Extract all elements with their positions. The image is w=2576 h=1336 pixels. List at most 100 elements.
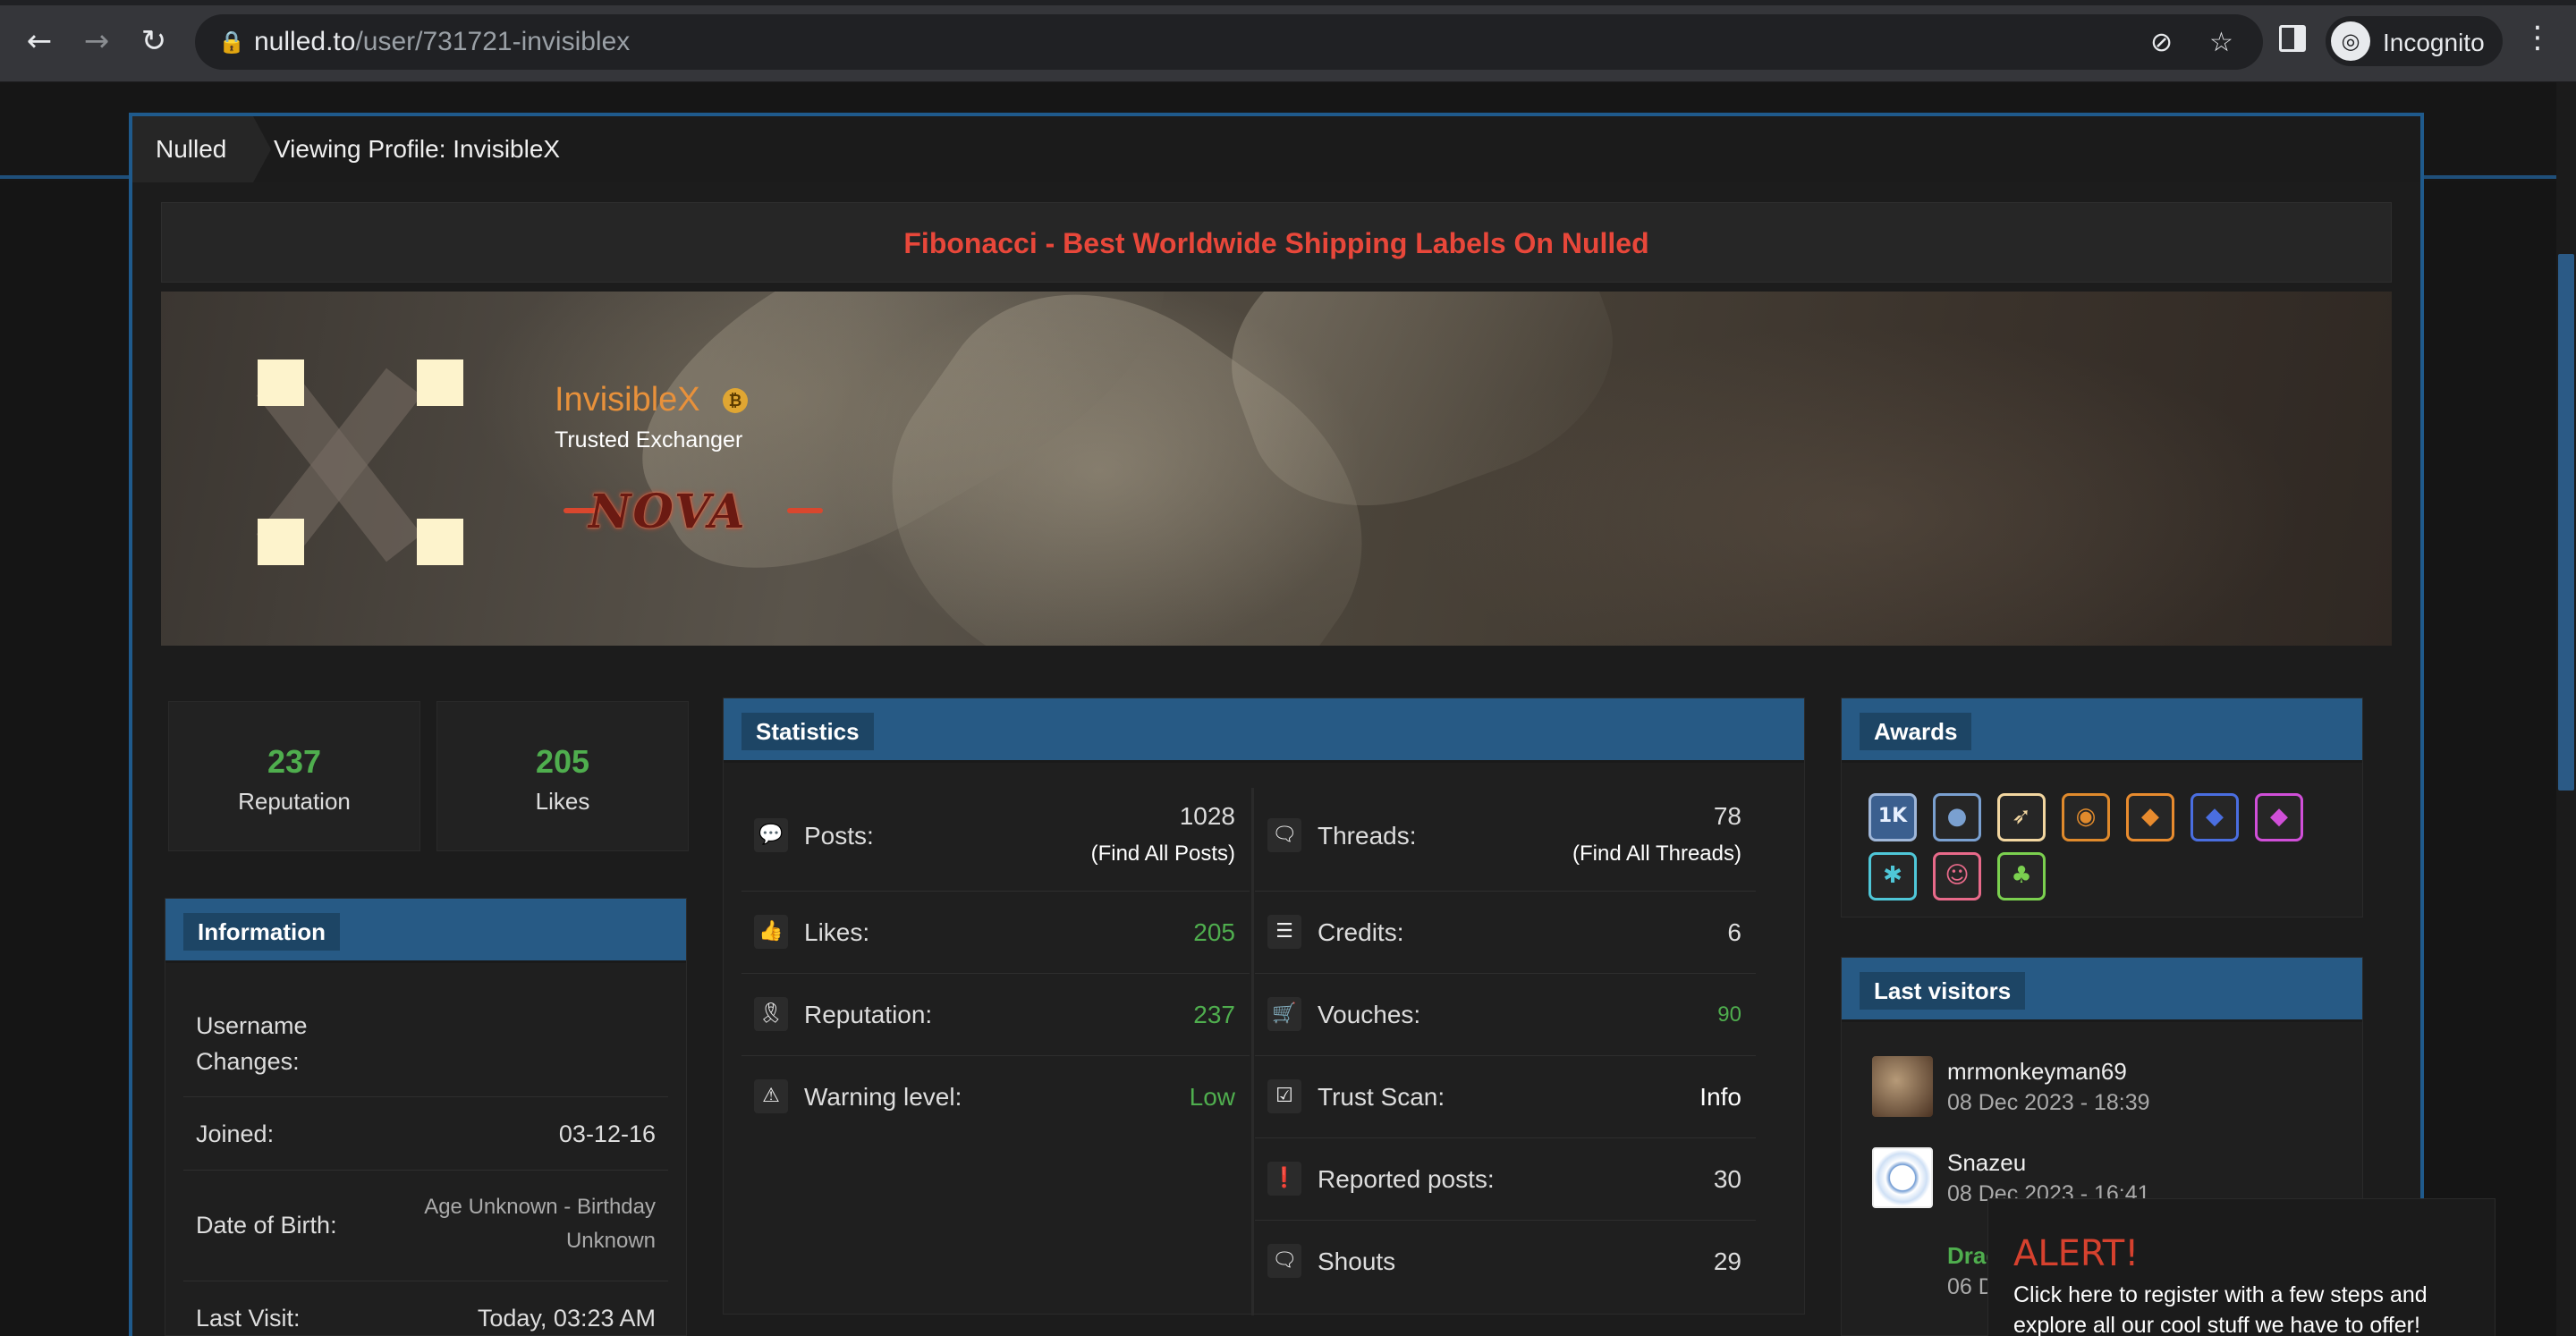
info-row-date-of-birth: Date of Birth: Age Unknown - Birthday Un…	[183, 1171, 668, 1281]
reload-icon[interactable]: ↻	[134, 20, 174, 63]
url-host: nulled.to	[254, 27, 356, 56]
trust-scan-info-link[interactable]: Info	[1699, 1083, 1741, 1112]
avatar-square	[417, 359, 463, 406]
stat-key: Warning level:	[804, 1083, 962, 1111]
visitor-name-link[interactable]: Snazeu	[1947, 1149, 2026, 1177]
stat-row-trust-scan: ☑ Trust Scan: Info	[1255, 1056, 1756, 1138]
pumpkin-award-icon[interactable]: ◉	[2062, 793, 2110, 841]
information-title: Information	[183, 913, 340, 951]
header-accent-left	[0, 175, 129, 179]
register-alert-popup[interactable]: ALERT! Click here to register with a few…	[1987, 1198, 2496, 1336]
lock-icon[interactable]: 🔒	[218, 30, 245, 55]
stat-row-posts: 💬 Posts: 1028 (Find All Posts)	[741, 788, 1250, 892]
scrollbar-thumb[interactable]	[2558, 254, 2574, 791]
find-all-posts-link[interactable]: Find All Posts	[1098, 841, 1228, 866]
speech-bubble-icon: 💬	[754, 818, 788, 852]
pink-diamond-award-icon[interactable]: ◆	[2255, 793, 2303, 841]
stat-key: Reputation:	[804, 1001, 933, 1028]
info-key: Joined:	[196, 1120, 275, 1147]
incognito-profile-button[interactable]: ◎ Incognito	[2326, 16, 2503, 66]
coins-icon: ☰	[1267, 915, 1301, 949]
1k-award-icon[interactable]: 1K	[1868, 793, 1917, 841]
awards-title: Awards	[1860, 713, 1972, 750]
likes-label: Likes	[535, 788, 590, 815]
info-row-username-changes: Username Changes:	[183, 981, 668, 1097]
address-bar[interactable]: 🔒 nulled.to/user/731721-invisiblex ⊘ ☆	[195, 14, 2263, 70]
browser-toolbar: ← → ↻ 🔒 nulled.to/user/731721-invisiblex…	[0, 0, 2576, 82]
stat-row-reputation: 🎗 Reputation: 237	[741, 974, 1250, 1056]
info-value: Age Unknown - Birthday Unknown	[424, 1195, 656, 1253]
info-row-last-visit: Last Visit: Today, 03:23 AM	[183, 1281, 668, 1336]
stat-row-threads: 🗨 Threads: 78 (Find All Threads)	[1255, 788, 1756, 892]
rocket-award-icon[interactable]: ➶	[1997, 793, 2046, 841]
eye-slash-icon[interactable]: ⊘	[2150, 27, 2173, 58]
stat-value: 1028	[1179, 802, 1235, 830]
statistics-panel-header: Statistics	[724, 698, 1804, 763]
url-text[interactable]: nulled.to/user/731721-invisiblex	[254, 27, 630, 57]
statistics-panel: Statistics 💬 Posts: 1028 (Find All Posts…	[723, 698, 1805, 1315]
breadcrumb-current: Viewing Profile: InvisibleX	[274, 135, 561, 163]
info-key: Last Visit:	[196, 1305, 301, 1332]
incognito-label: Incognito	[2383, 29, 2485, 56]
last-visitors-panel-header: Last visitors	[1842, 958, 2362, 1022]
robot-award-icon[interactable]: ●	[1933, 793, 1981, 841]
avatar-square	[258, 519, 304, 565]
url-path: /user/731721-invisiblex	[355, 27, 631, 56]
stat-value: Low	[1189, 1083, 1235, 1111]
stat-key: Credits:	[1318, 918, 1404, 946]
stat-key: Posts:	[804, 822, 874, 850]
warning-icon: ⚠	[754, 1079, 788, 1113]
info-key: Username Changes:	[196, 1012, 308, 1075]
profile-avatar[interactable]	[256, 359, 463, 571]
statistics-column-divider	[1251, 788, 1254, 1315]
reputation-value: 237	[267, 743, 322, 780]
profile-cover-banner: InvisibleX ₿ Trusted Exchanger NOVA	[161, 292, 2392, 646]
chat-bubbles-icon: 🗨	[1267, 818, 1301, 852]
checkbox-icon: ☑	[1267, 1079, 1301, 1113]
find-all-threads-link[interactable]: Find All Threads	[1580, 841, 1734, 866]
stat-row-warning-level: ⚠ Warning level: Low	[741, 1056, 1250, 1138]
avatar-square	[258, 359, 304, 406]
stat-row-likes: 👍 Likes: 205	[741, 892, 1250, 974]
menu-kebab-icon[interactable]: ⋮	[2522, 20, 2553, 55]
stat-value: 205	[1193, 918, 1235, 946]
stat-row-vouches: 🛒 Vouches: 90	[1255, 974, 1756, 1056]
exclamation-icon: ❗	[1267, 1162, 1301, 1196]
stat-value: 29	[1713, 1247, 1741, 1275]
stat-key: Trust Scan:	[1318, 1083, 1445, 1111]
visitor-name-link[interactable]: mrmonkeyman69	[1947, 1058, 2127, 1086]
orange-diamond-award-icon[interactable]: ◆	[2126, 793, 2174, 841]
advertisement-banner-link[interactable]: Fibonacci - Best Worldwide Shipping Labe…	[161, 202, 2392, 283]
breadcrumb-home-link[interactable]: Nulled	[132, 116, 272, 182]
stat-row-reported-posts: ❗ Reported posts: 30	[1255, 1138, 1756, 1221]
info-value: Today, 03:23 AM	[477, 1305, 656, 1332]
vouches-link[interactable]: 90	[1717, 1002, 1741, 1027]
stat-key: Reported posts:	[1318, 1165, 1495, 1193]
side-panel-icon[interactable]	[2279, 25, 2306, 52]
stat-value: 30	[1713, 1165, 1741, 1193]
back-icon[interactable]: ←	[20, 20, 59, 63]
stat-value: 6	[1727, 918, 1741, 946]
last-visitors-title: Last visitors	[1860, 972, 2026, 1010]
information-panel: Information Username Changes: Joined: 03…	[165, 898, 687, 1336]
bookmark-star-icon[interactable]: ☆	[2209, 27, 2233, 58]
likes-stat-box: 205 Likes	[436, 701, 689, 851]
stat-value: 78	[1713, 802, 1741, 830]
snowflake-award-icon[interactable]: ✱	[1868, 852, 1917, 901]
visitor-avatar[interactable]	[1872, 1147, 1933, 1208]
stat-key: Vouches:	[1318, 1001, 1421, 1028]
face-award-icon[interactable]: ☺	[1933, 852, 1981, 901]
visitor-avatar[interactable]	[1872, 1056, 1933, 1117]
visitor-date: 08 Dec 2023 - 18:39	[1947, 1090, 2150, 1115]
bitcoin-icon: ₿	[723, 388, 748, 413]
badge-flourish	[787, 508, 823, 513]
alert-message[interactable]: Click here to register with a few steps …	[2013, 1280, 2479, 1336]
tab-strip	[0, 0, 2576, 5]
blue-diamond-award-icon[interactable]: ◆	[2190, 793, 2239, 841]
info-value: 03-12-16	[558, 1120, 656, 1147]
awards-panel-header: Awards	[1842, 698, 2362, 763]
forward-icon[interactable]: →	[77, 20, 116, 63]
clover-award-icon[interactable]: ♣	[1997, 852, 2046, 901]
thumbs-up-icon: 👍	[754, 915, 788, 949]
likes-value: 205	[535, 743, 590, 780]
